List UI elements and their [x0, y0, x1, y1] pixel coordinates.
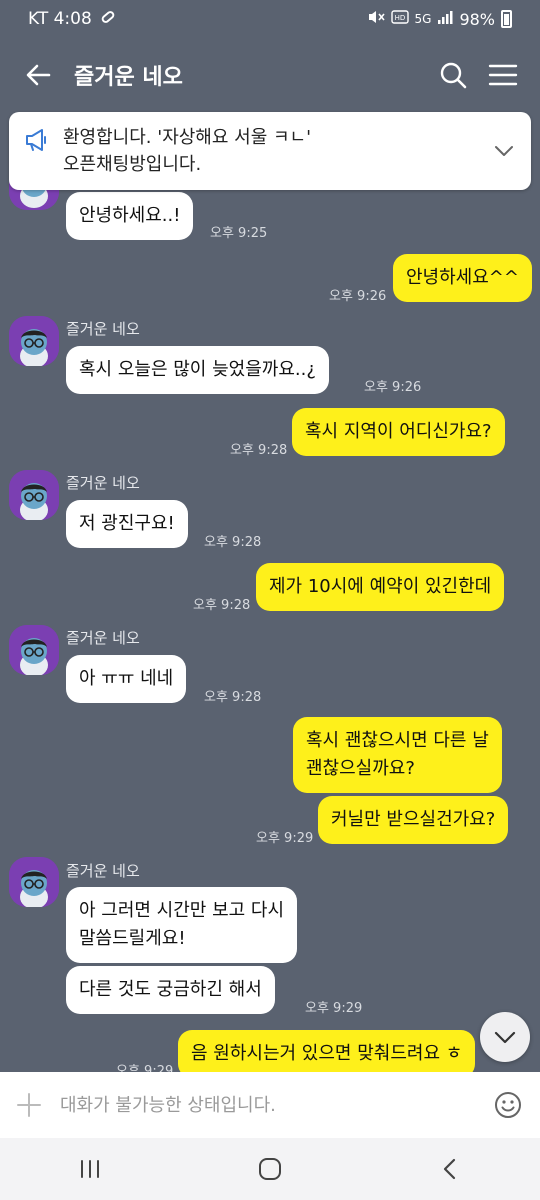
home-icon [259, 1158, 281, 1180]
notice-line-2: 오픈채팅방입니다. [63, 154, 202, 175]
back-nav-button[interactable] [425, 1149, 475, 1189]
avatar[interactable] [9, 625, 59, 675]
battery-icon [501, 10, 512, 28]
message-bubble-in[interactable]: 저 광진구요! [66, 500, 188, 548]
neo-avatar-icon [9, 625, 59, 675]
message-bubble-in[interactable]: 혹시 오늘은 많이 늦었을까요..¿ [66, 346, 329, 394]
sender-name: 즐거운 네오 [66, 474, 140, 492]
hd-icon: HD [390, 9, 409, 29]
status-right: HD 5G 98% [367, 9, 512, 29]
emoji-icon[interactable] [492, 1089, 524, 1121]
avatar[interactable] [9, 470, 59, 520]
message-time: 오후 9:26 [329, 289, 387, 304]
message-input-bar [0, 1072, 540, 1138]
message-time: 오후 9:28 [204, 535, 262, 550]
chat-header: 즐거운 네오 [0, 38, 540, 112]
status-left: KT 4:08 [28, 9, 116, 29]
message-time: 오후 9:28 [193, 598, 251, 613]
home-button[interactable] [245, 1149, 295, 1189]
message-line-2: 괜찮으실까요? [306, 758, 415, 779]
svg-text:HD: HD [394, 14, 405, 22]
chevron-down-icon[interactable] [491, 138, 517, 164]
sender-name: 즐거운 네오 [66, 320, 140, 338]
avatar[interactable] [9, 857, 59, 907]
neo-avatar-icon [9, 857, 59, 907]
message-bubble-out[interactable]: 안녕하세요^^ [393, 254, 532, 302]
notice-text: 환영합니다. '자상해요 서울 ㅋㄴ' 오픈채팅방입니다. [63, 124, 491, 178]
chevron-down-icon [494, 1031, 516, 1044]
search-button[interactable] [436, 58, 470, 92]
mute-icon [367, 9, 385, 29]
message-bubble-out[interactable]: 혹시 지역이 어디신가요? [292, 408, 505, 456]
message-time: 오후 9:29 [256, 831, 314, 846]
message-bubble-in[interactable]: 안녕하세요..! [66, 192, 194, 240]
plus-icon[interactable] [14, 1090, 44, 1120]
message-time: 오후 9:28 [204, 690, 262, 705]
neo-avatar-icon [9, 470, 59, 520]
notice-line-1: 환영합니다. '자상해요 서울 ㅋㄴ' [63, 127, 312, 148]
message-bubble-in[interactable]: 다른 것도 궁금하긴 해서 [66, 966, 275, 1014]
message-line-2: 말씀드릴게요! [79, 928, 186, 949]
notice-banner[interactable]: 환영합니다. '자상해요 서울 ㅋㄴ' 오픈채팅방입니다. [9, 112, 531, 190]
message-bubble-in[interactable]: 아 그러면 시간만 보고 다시 말씀드릴게요! [66, 887, 298, 963]
megaphone-icon [26, 129, 46, 151]
message-bubble-out[interactable]: 혹시 괜찮으시면 다른 날 괜찮으실까요? [293, 717, 502, 793]
message-time: 오후 9:25 [210, 226, 268, 241]
message-line-1: 혹시 괜찮으시면 다른 날 [306, 730, 489, 751]
status-bar: KT 4:08 HD 5G 98% [0, 0, 540, 38]
message-bubble-in[interactable]: 아 ㅠㅠ 네네 [66, 655, 187, 703]
back-button[interactable] [22, 58, 56, 92]
network-type: 5G [414, 12, 432, 26]
recent-apps-button[interactable] [65, 1149, 115, 1189]
menu-icon [488, 64, 518, 86]
back-arrow-icon [26, 64, 51, 86]
carrier-time: KT 4:08 [28, 9, 92, 29]
chat-title: 즐거운 네오 [74, 65, 183, 90]
scroll-to-bottom-button[interactable] [480, 1012, 530, 1062]
message-bubble-out[interactable]: 음 원하시는거 있으면 맞춰드려요 ㅎ [178, 1030, 476, 1078]
recent-apps-icon [81, 1160, 99, 1178]
search-icon [440, 62, 467, 89]
message-time: 오후 9:29 [305, 1001, 363, 1016]
message-bubble-out[interactable]: 커닐만 받으실건가요? [318, 796, 509, 844]
message-time: 오후 9:28 [230, 443, 288, 458]
avatar[interactable] [9, 316, 59, 366]
menu-button[interactable] [486, 58, 520, 92]
battery-percent: 98% [459, 9, 495, 29]
neo-avatar-icon [9, 316, 59, 366]
message-bubble-out[interactable]: 제가 10시에 예약이 있긴한데 [256, 563, 505, 611]
sender-name: 즐거운 네오 [66, 862, 140, 880]
sender-name: 즐거운 네오 [66, 629, 140, 647]
system-nav-bar [0, 1138, 540, 1200]
message-line-1: 아 그러면 시간만 보고 다시 [79, 900, 285, 921]
signal-icon [437, 9, 453, 29]
message-time: 오후 9:26 [364, 380, 422, 395]
message-input[interactable] [60, 1094, 492, 1116]
link-icon [100, 9, 116, 29]
back-chevron-icon [443, 1158, 456, 1180]
